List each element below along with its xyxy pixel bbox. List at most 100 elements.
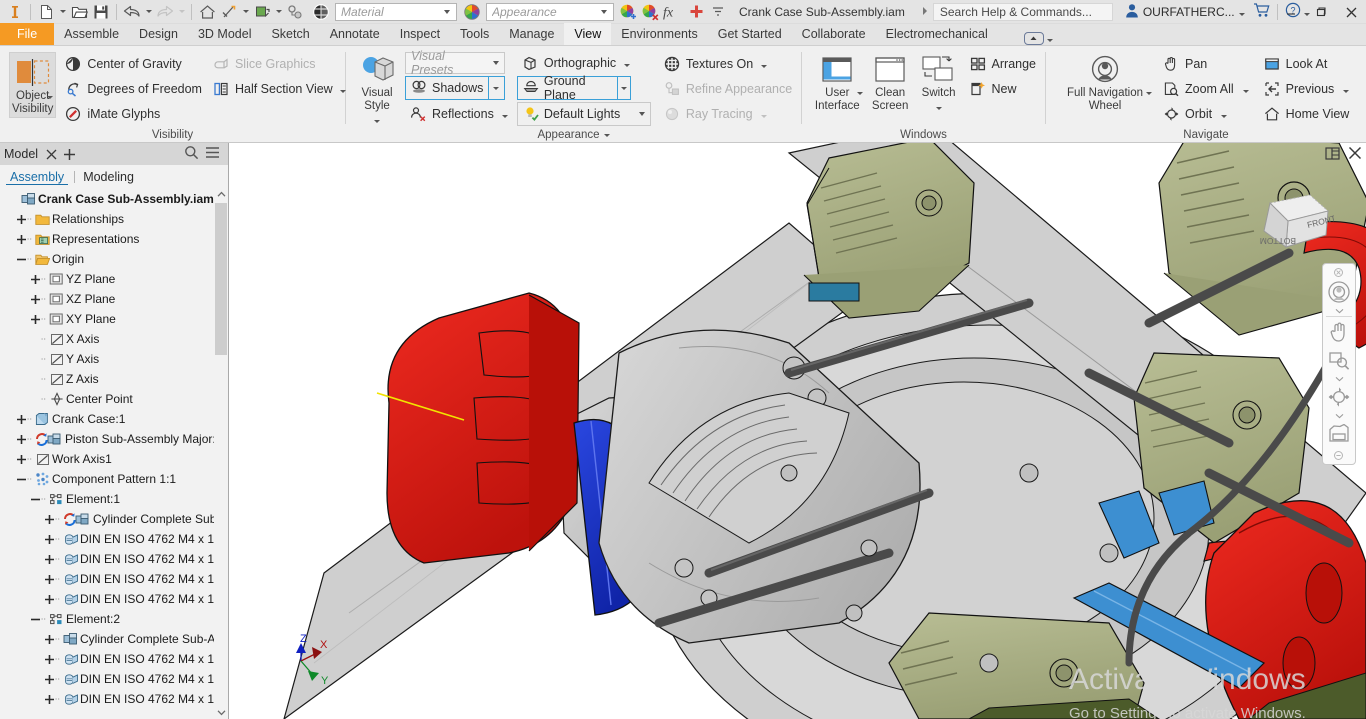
tree-expander-icon[interactable] [16, 209, 27, 229]
tree-node[interactable]: Piston Sub-Assembly Major:1 [0, 429, 228, 449]
default-lights-dropdown-icon[interactable] [634, 112, 650, 116]
tree-node[interactable]: Cylinder Complete Sub-As [0, 509, 228, 529]
zoom-all-button[interactable]: Zoom All [1158, 77, 1253, 101]
ribbon-minimize-button[interactable] [1023, 31, 1044, 45]
adjust-appearance-icon[interactable] [617, 1, 639, 23]
navbar-wheel-icon[interactable] [1324, 278, 1354, 306]
minimize-button[interactable] [1276, 0, 1306, 24]
tree-node[interactable]: Component Pattern 1:1 [0, 469, 228, 489]
undo-dropdown[interactable] [143, 1, 154, 23]
ribbon-display-options-icon[interactable] [1046, 31, 1053, 45]
home-icon[interactable] [196, 1, 218, 23]
reflections-dropdown-icon[interactable] [501, 107, 508, 121]
tree-expander-icon[interactable] [16, 449, 27, 469]
browser-menu-icon[interactable] [205, 146, 220, 162]
tree-expander-icon[interactable] [16, 249, 27, 269]
tree-node[interactable]: Y Axis [0, 349, 228, 369]
tree-node[interactable]: Work Axis1 [0, 449, 228, 469]
material-combo[interactable]: Material [335, 2, 457, 21]
zoom-all-dropdown-icon[interactable] [1242, 82, 1249, 96]
visual-presets-dropdown-icon[interactable] [488, 61, 504, 65]
look-at-button[interactable]: Look At [1259, 52, 1354, 76]
switch-windows-button[interactable]: Switch [916, 50, 962, 114]
tree-scroll-down-icon[interactable] [214, 705, 228, 719]
tab-annotate[interactable]: Annotate [320, 23, 390, 45]
navbar-wheel-dropdown-icon[interactable] [1324, 306, 1354, 315]
appearance-wheel-icon[interactable] [461, 1, 483, 23]
new-file-dropdown[interactable] [57, 1, 68, 23]
full-navigation-wheel-button[interactable]: Full Navigation Wheel [1056, 50, 1154, 113]
tab-tools[interactable]: Tools [450, 23, 499, 45]
tree-expander-icon[interactable] [30, 489, 41, 509]
tree-node[interactable]: Representations [0, 229, 228, 249]
navbar-collapse-icon[interactable] [1325, 448, 1355, 462]
object-visibility-dropdown-icon[interactable] [47, 90, 54, 103]
tree-expander-icon[interactable] [16, 229, 27, 249]
switch-windows-dropdown-icon[interactable] [935, 101, 942, 114]
save-icon[interactable] [90, 1, 112, 23]
restore-button[interactable] [1306, 0, 1336, 24]
browser-tab-assembly[interactable]: Assembly [6, 170, 69, 185]
tree-expander-icon[interactable] [44, 509, 55, 529]
update-icon[interactable] [218, 1, 240, 23]
tree-expander-icon[interactable] [44, 629, 55, 649]
browser-tab-modeling[interactable]: Modeling [81, 170, 136, 184]
tree-expander-icon[interactable] [30, 609, 41, 629]
textures-on-button[interactable]: Textures On [659, 52, 796, 76]
parameters-fx-icon[interactable]: fx [661, 1, 685, 23]
imate-glyphs-button[interactable]: iMate Glyphs [60, 102, 206, 126]
orthographic-dropdown-icon[interactable] [624, 56, 631, 70]
customize-qat-icon[interactable] [707, 1, 729, 23]
tab-view[interactable]: View [564, 23, 612, 45]
tree-expander-icon[interactable] [30, 269, 41, 289]
ground-plane-toggle[interactable]: Ground Plane [516, 74, 631, 102]
half-section-view-dropdown-icon[interactable] [339, 82, 346, 96]
browser-add-tab-icon[interactable] [59, 148, 79, 161]
tree-root-node[interactable]: Crank Case Sub-Assembly.iam [0, 189, 228, 209]
tree-expander-icon[interactable] [44, 569, 55, 589]
shopping-cart-icon[interactable] [1253, 2, 1271, 21]
update-dropdown[interactable] [240, 1, 251, 23]
previous-view-dropdown-icon[interactable] [1343, 82, 1350, 96]
appearance-panel-expand-icon[interactable] [603, 134, 610, 137]
tree-node[interactable]: XY Plane [0, 309, 228, 329]
tree-node[interactable]: Crank Case:1 [0, 409, 228, 429]
tree-node[interactable]: DIN EN ISO 4762 M4 x 12:1 [0, 549, 228, 569]
tab-inspect[interactable]: Inspect [390, 23, 450, 45]
tree-node[interactable]: Element:2 [0, 609, 228, 629]
tree-scrollbar[interactable] [214, 187, 228, 719]
new-window-button[interactable]: New [965, 77, 1040, 101]
select-icon[interactable] [284, 1, 306, 23]
add-icon[interactable] [685, 1, 707, 23]
tab-environments[interactable]: Environments [611, 23, 707, 45]
tree-expander-icon[interactable] [16, 429, 27, 449]
tree-expander-icon[interactable] [44, 669, 55, 689]
ground-plane-dropdown-icon[interactable] [617, 77, 630, 99]
visual-style-dropdown-icon[interactable] [374, 114, 380, 127]
undo-icon[interactable] [121, 1, 143, 23]
tree-node[interactable]: Cylinder Complete Sub-Asser [0, 629, 228, 649]
tree-expander-icon[interactable] [16, 469, 27, 489]
tab-manage[interactable]: Manage [499, 23, 564, 45]
restore-viewport-icon[interactable] [1325, 146, 1340, 163]
tree-expander-icon[interactable] [44, 529, 55, 549]
navbar-orbit-dropdown-icon[interactable] [1324, 411, 1354, 420]
tree-expander-icon[interactable] [44, 549, 55, 569]
tree-node[interactable]: Z Axis [0, 369, 228, 389]
textures-on-dropdown-icon[interactable] [761, 57, 768, 71]
tab-electromechanical[interactable]: Electromechanical [876, 23, 998, 45]
navbar-orbit-icon[interactable] [1324, 383, 1354, 411]
navbar-zoom-dropdown-icon[interactable] [1324, 374, 1354, 383]
search-input[interactable]: Search Help & Commands... [932, 2, 1113, 21]
tree-node[interactable]: Element:1 [0, 489, 228, 509]
orbit-dropdown-icon[interactable] [1221, 107, 1228, 121]
tree-node[interactable]: X Axis [0, 329, 228, 349]
degrees-of-freedom-button[interactable]: Degrees of Freedom [60, 77, 206, 101]
tree-expander-icon[interactable] [30, 289, 41, 309]
tree-node[interactable]: DIN EN ISO 4762 M4 x 12:5 [0, 649, 228, 669]
user-interface-button[interactable]: User Interface [810, 50, 865, 113]
tree-expander-icon[interactable] [16, 409, 27, 429]
tree-node[interactable]: Origin [0, 249, 228, 269]
tab-assemble[interactable]: Assemble [54, 23, 129, 45]
shadows-dropdown-icon[interactable] [488, 77, 502, 99]
